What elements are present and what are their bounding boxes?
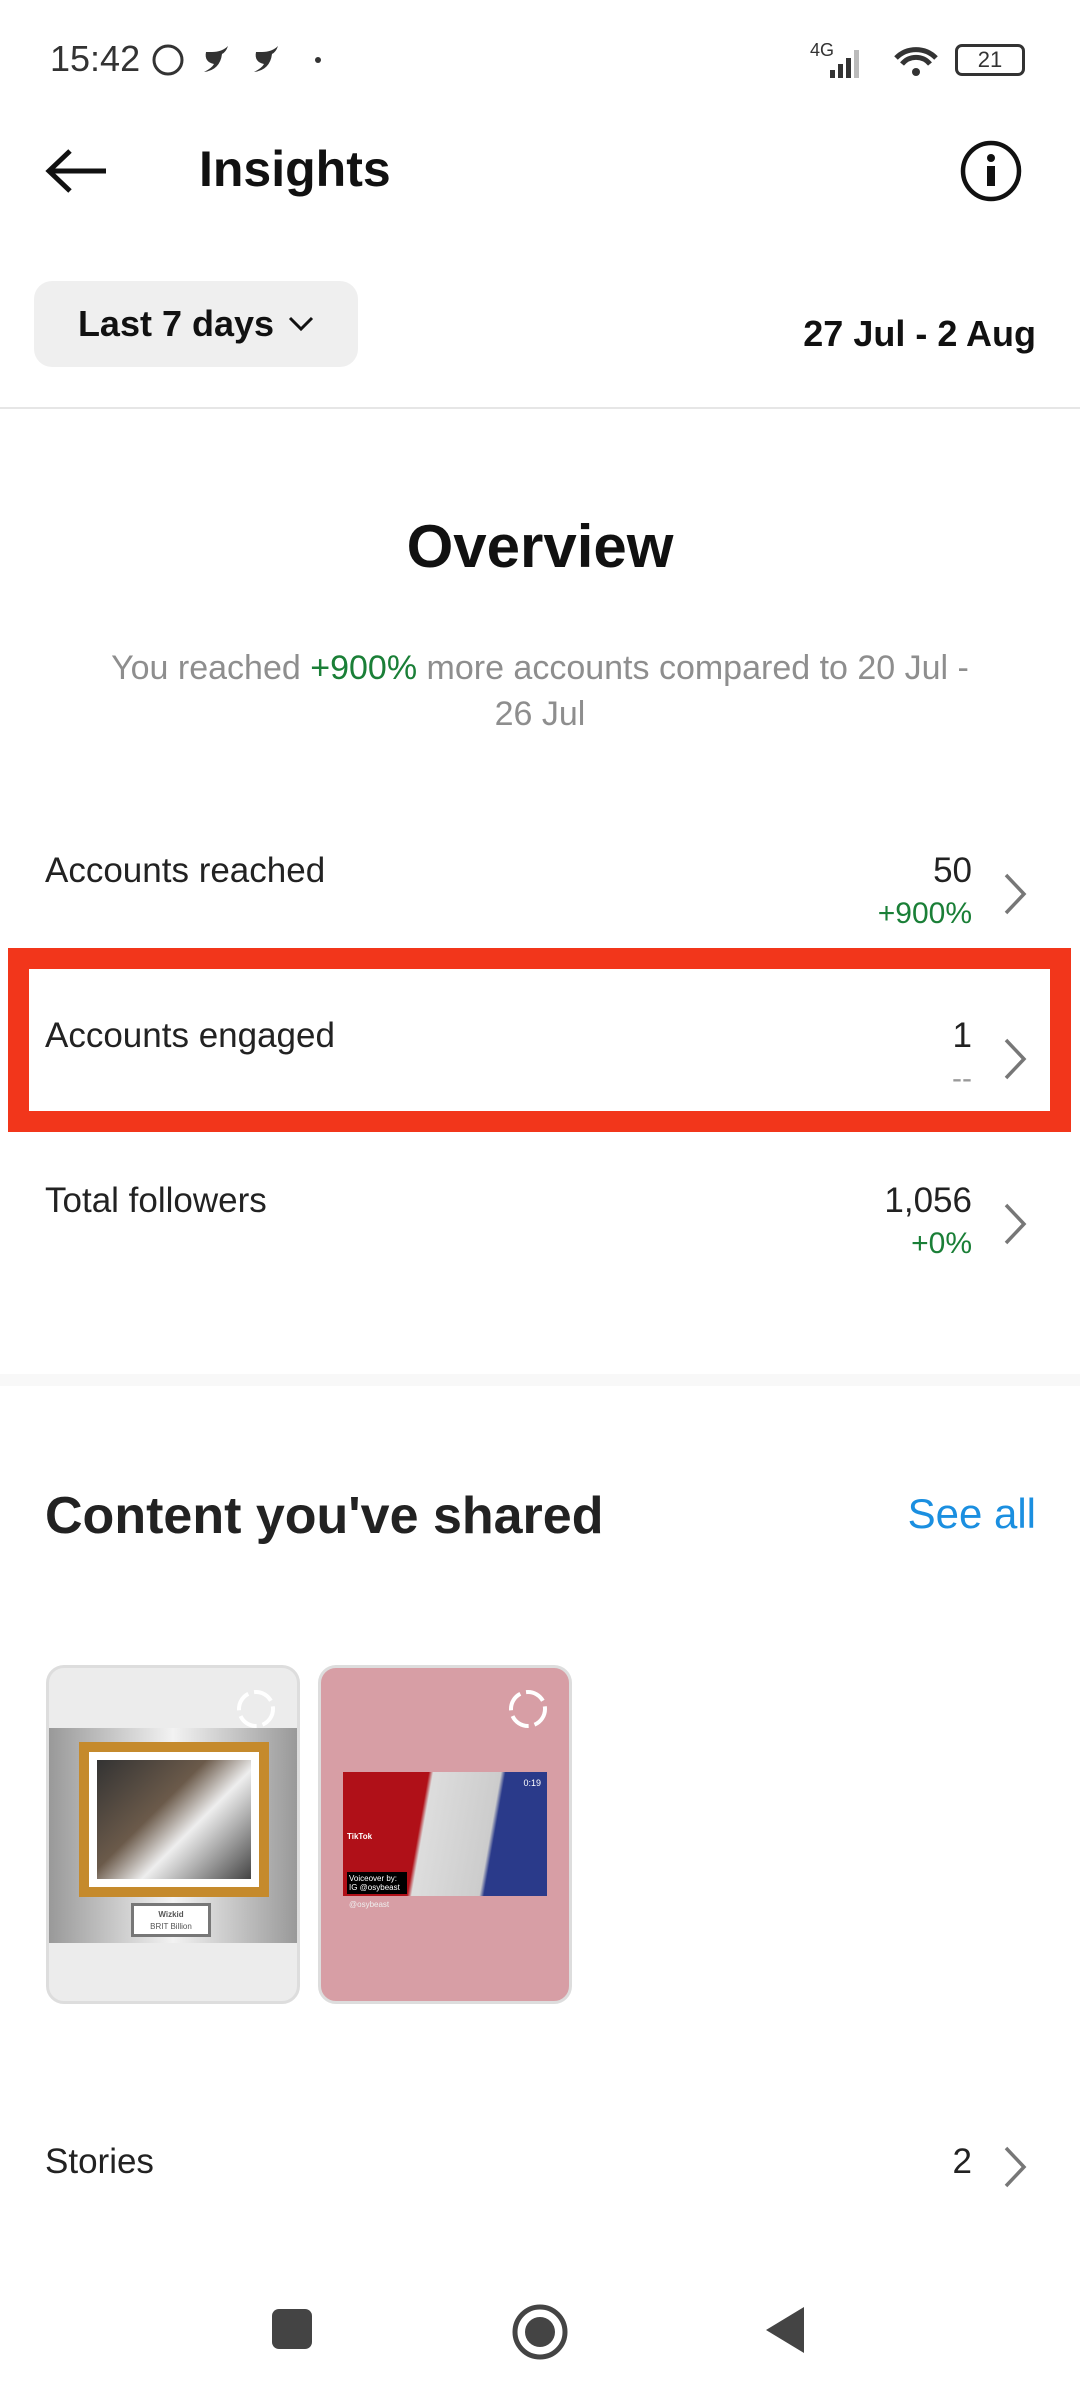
brand: TikTok	[347, 1832, 373, 1841]
stories-count: 2	[952, 2142, 972, 2181]
back-button[interactable]	[762, 2305, 808, 2355]
metric-total-followers[interactable]: Total followers 1,056 +0%	[0, 1181, 1080, 1331]
arrow-left-icon[interactable]	[44, 148, 110, 194]
status-time: 15:42	[50, 38, 141, 79]
date-range: 27 Jul - 2 Aug	[803, 313, 1036, 354]
chevron-down-icon	[288, 316, 314, 332]
loading-ring-icon	[237, 1690, 275, 1728]
dropdown-label: Last 7 days	[77, 303, 275, 344]
caption: Wizkid	[158, 1910, 184, 1919]
metric-change: +900%	[877, 897, 972, 930]
duration: 0:19	[523, 1778, 541, 1788]
subtitle-text: You reached	[111, 649, 311, 687]
metric-change: +0%	[911, 1227, 972, 1260]
story-thumbnail[interactable]: 0:19 TikTok Voiceover by: IG @osybeast @…	[318, 1665, 572, 2004]
stories-row[interactable]: Stories 2	[0, 2142, 1080, 2292]
overlay-text: Voiceover by: IG @osybeast	[347, 1872, 407, 1894]
see-all-link[interactable]: See all	[908, 1490, 1036, 1538]
photo	[97, 1760, 251, 1879]
recents-button[interactable]	[270, 2305, 316, 2351]
notification-icons	[152, 44, 321, 76]
stories-label: Stories	[45, 2142, 154, 2181]
info-icon[interactable]	[960, 140, 1022, 202]
date-range-dropdown[interactable]: Last 7 days	[34, 281, 358, 367]
battery-icon: 21	[955, 44, 1025, 76]
handle: @osybeast	[349, 1900, 390, 1909]
metric-label: Total followers	[45, 1181, 267, 1220]
divider	[0, 407, 1080, 409]
content-title: Content you've shared	[45, 1487, 604, 1545]
chevron-right-icon	[1004, 873, 1027, 915]
video-preview: 0:19 TikTok Voiceover by: IG @osybeast	[343, 1772, 547, 1896]
chevron-right-icon	[1004, 1203, 1027, 1245]
battery-level: 21	[977, 47, 1003, 72]
caption: BRIT Billion	[150, 1922, 192, 1931]
subtitle-text: more accounts compared to 20 Jul - 26 Ju…	[417, 649, 969, 733]
story-thumbnail[interactable]: Wizkid BRIT Billion	[46, 1665, 300, 2004]
metric-value: 1,056	[884, 1181, 972, 1220]
section-divider	[0, 1374, 1080, 1386]
chevron-right-icon	[1004, 2146, 1027, 2188]
home-button[interactable]	[510, 2302, 570, 2362]
loading-ring-icon	[509, 1690, 547, 1728]
overview-title: Overview	[406, 513, 674, 580]
overview-subtitle: You reached +900% more accounts compared…	[90, 645, 990, 737]
metric-label: Accounts reached	[45, 851, 326, 890]
subtitle-percent: +900%	[310, 649, 418, 687]
highlight-box	[8, 948, 1071, 1132]
page-title: Insights	[199, 141, 391, 197]
metric-value: 50	[933, 851, 972, 890]
